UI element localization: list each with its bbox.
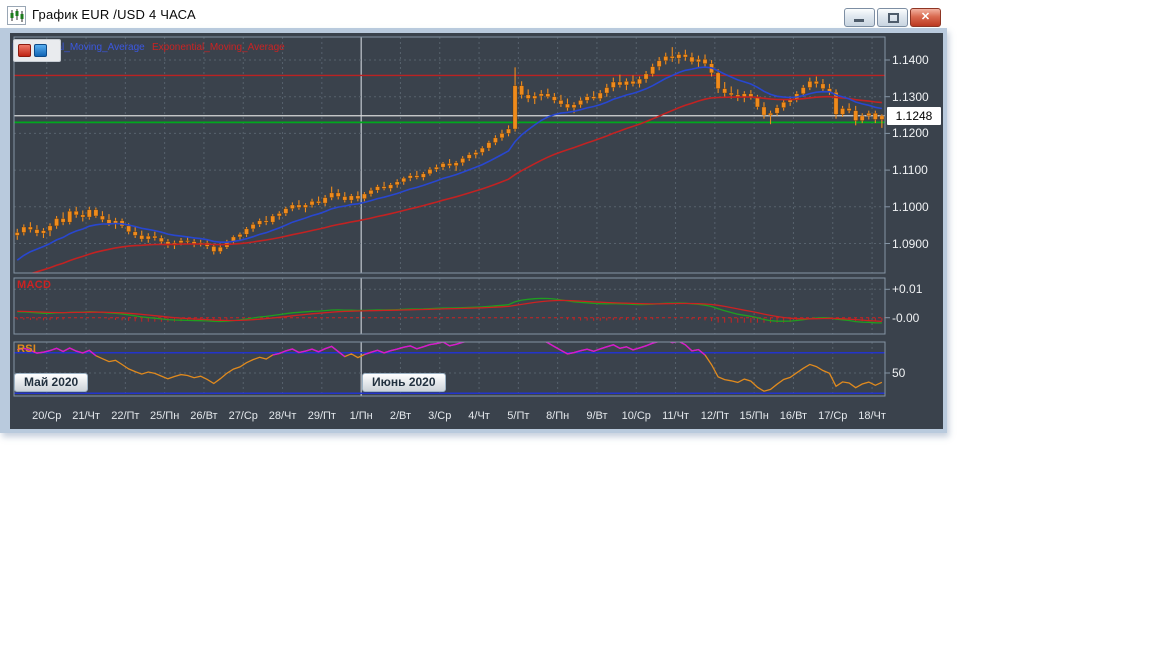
date-axis-label: 1/Пн [349, 410, 373, 422]
date-axis-label: 16/Вт [779, 410, 808, 422]
date-axis-label: 11/Чт [662, 410, 689, 422]
date-axis-label: 27/Ср [228, 410, 258, 422]
macd-scale-label: +0.01 [892, 282, 923, 297]
title-bar[interactable]: График EUR /USD 4 ЧАСА ✕ [0, 0, 947, 28]
minimize-button[interactable] [844, 8, 875, 27]
price-scale-label: 1.1300 [892, 89, 929, 104]
chart-window-icon [7, 6, 26, 25]
chart-area[interactable]: Exponential_Moving_Average Exponential_M… [10, 33, 943, 429]
rsi-panel-caption: RSI [17, 343, 37, 355]
ema-slow-line [30, 95, 882, 273]
date-axis-label: 15/Пн [739, 410, 769, 422]
close-button[interactable]: ✕ [910, 8, 941, 27]
workspace: График EUR /USD 4 ЧАСА ✕ Exponential_Mov… [0, 0, 1152, 648]
date-axis-label: 20/Ср [32, 410, 62, 422]
window-title: График EUR /USD 4 ЧАСА [32, 7, 196, 22]
date-axis-label: 3/Ср [428, 410, 452, 422]
date-axis-label: 4/Чт [468, 410, 490, 422]
date-axis-label: 5/Пт [507, 410, 530, 422]
price-scale-label: 1.1400 [892, 53, 929, 67]
current-price-box: 1.1248 [887, 106, 941, 125]
window-frame: Exponential_Moving_Average Exponential_M… [0, 28, 947, 433]
date-axis-label: 18/Чт [858, 410, 886, 422]
date-axis-label: 28/Чт [268, 410, 297, 422]
price-scale-label: 1.1000 [892, 199, 929, 214]
indicator-red-button[interactable] [18, 44, 31, 57]
macd-line [17, 297, 882, 324]
macd-signal-line [17, 299, 882, 323]
price-scale-label: 1.1200 [892, 126, 929, 141]
date-axis-label: 10/Ср [621, 410, 651, 422]
rsi-panel[interactable] [14, 328, 885, 395]
date-axis-label: 12/Пт [700, 410, 729, 422]
date-axis-label: 22/Пт [111, 410, 140, 422]
chart-canvas[interactable] [10, 33, 943, 429]
date-axis-label: 2/Вт [389, 410, 412, 422]
minimize-icon [854, 19, 864, 22]
restore-icon [888, 13, 899, 23]
date-axis-label: 26/Вт [190, 410, 218, 422]
macd-scale-label: -0.00 [892, 310, 920, 325]
date-axis-label: 17/Ср [818, 410, 848, 422]
restore-button[interactable] [877, 8, 908, 27]
rsi-overbought-segment [364, 342, 568, 356]
panel-borders [13, 36, 890, 397]
indicator-buttons-box [13, 39, 61, 62]
indicator-blue-button[interactable] [34, 44, 47, 57]
macd-panel-caption: MACD [17, 279, 52, 291]
date-axis-label: 9/Вт [586, 410, 608, 422]
month-label-june[interactable]: Июнь 2020 [362, 373, 446, 392]
legend-ema-slow[interactable]: Exponential_Moving_Average [152, 42, 285, 53]
chart-window: График EUR /USD 4 ЧАСА ✕ Exponential_Mov… [0, 0, 947, 437]
date-axis-label: 25/Пн [150, 410, 180, 422]
window-controls: ✕ [844, 8, 941, 27]
rsi-scale-label: 50 [892, 366, 906, 380]
close-icon: ✕ [920, 11, 931, 23]
date-axis-label: 29/Пт [307, 410, 336, 422]
rsi-line [17, 342, 883, 392]
price-scale-label: 1.0900 [892, 236, 929, 251]
month-label-may[interactable]: Май 2020 [14, 373, 89, 392]
date-axis-label: 21/Чт [72, 410, 100, 422]
rsi-overbought-segment [272, 345, 346, 358]
price-scale-label: 1.1100 [892, 163, 928, 178]
date-axis-label: 8/Пн [546, 410, 570, 422]
